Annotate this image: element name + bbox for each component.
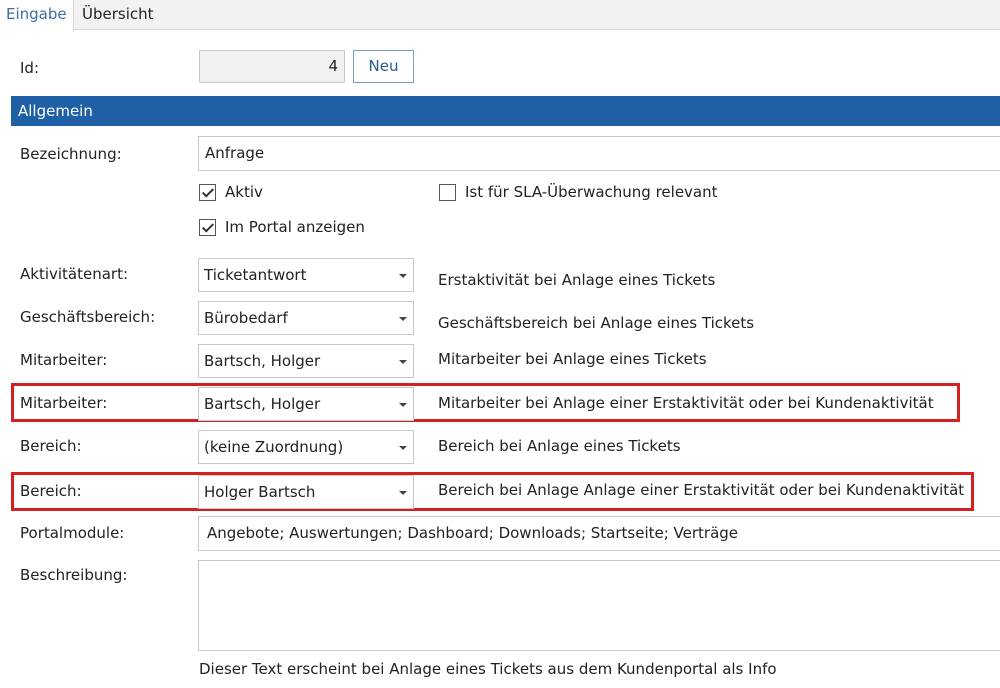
chevron-down-icon <box>399 446 407 450</box>
beschreibung-label: Beschreibung: <box>20 566 128 584</box>
mitarbeiter-select[interactable]: Bartsch, Holger <box>198 344 414 378</box>
mitarbeiter-erstaktivitaet-label: Mitarbeiter: <box>20 394 108 412</box>
tab-eingabe[interactable]: Eingabe <box>0 0 74 31</box>
chevron-down-icon <box>399 491 407 495</box>
aktivitaetenart-value: Ticketantwort <box>204 266 307 284</box>
id-field: 4 <box>199 50 345 83</box>
mitarbeiter-note: Mitarbeiter bei Anlage eines Tickets <box>438 350 707 368</box>
mitarbeiter-erstaktivitaet-select[interactable]: Bartsch, Holger <box>198 387 414 421</box>
beschreibung-hint: Dieser Text erscheint bei Anlage eines T… <box>199 660 777 678</box>
bereich-value: (keine Zuordnung) <box>204 438 344 456</box>
geschaeftsbereich-value: Bürobedarf <box>204 309 288 327</box>
chevron-down-icon <box>399 317 407 321</box>
checkbox-unchecked-icon <box>439 183 456 201</box>
tab-uebersicht[interactable]: Übersicht <box>76 0 160 30</box>
geschaeftsbereich-note: Geschäftsbereich bei Anlage eines Ticket… <box>438 314 755 332</box>
bezeichnung-input[interactable]: Anfrage <box>198 136 1000 171</box>
mitarbeiter-erstaktivitaet-note: Mitarbeiter bei Anlage einer Erstaktivit… <box>438 394 934 412</box>
mitarbeiter-erstaktivitaet-value: Bartsch, Holger <box>204 395 321 413</box>
tab-bar: Eingabe Übersicht <box>0 0 1000 31</box>
bereich-erstaktivitaet-label: Bereich: <box>20 482 82 500</box>
id-label: Id: <box>20 59 39 77</box>
bereich-erstaktivitaet-note: Bereich bei Anlage Anlage einer Erstakti… <box>438 481 965 499</box>
aktivitaetenart-label: Aktivitätenart: <box>20 265 129 283</box>
sla-label: Ist für SLA-Überwachung relevant <box>465 183 718 201</box>
bereich-note: Bereich bei Anlage eines Tickets <box>438 437 681 455</box>
aktivitaetenart-select[interactable]: Ticketantwort <box>198 258 414 292</box>
mitarbeiter-label: Mitarbeiter: <box>20 351 108 369</box>
chevron-down-icon <box>399 360 407 364</box>
aktiv-checkbox[interactable]: Aktiv <box>199 183 263 201</box>
section-header-allgemein: Allgemein <box>11 96 1000 126</box>
aktivitaetenart-note: Erstaktivität bei Anlage eines Tickets <box>438 271 716 289</box>
sla-checkbox[interactable]: Ist für SLA-Überwachung relevant <box>439 183 718 201</box>
chevron-down-icon <box>399 403 407 407</box>
bereich-label: Bereich: <box>20 437 82 455</box>
portal-checkbox[interactable]: Im Portal anzeigen <box>199 218 365 236</box>
beschreibung-textarea[interactable] <box>198 560 1000 651</box>
chevron-down-icon <box>399 274 407 278</box>
bereich-erstaktivitaet-select[interactable]: Holger Bartsch <box>198 475 414 509</box>
checkbox-checked-icon <box>199 218 216 236</box>
portalmodule-field[interactable]: Angebote; Auswertungen; Dashboard; Downl… <box>198 516 1000 551</box>
portal-label: Im Portal anzeigen <box>225 218 365 236</box>
geschaeftsbereich-label: Geschäftsbereich: <box>20 308 156 326</box>
portalmodule-label: Portalmodule: <box>20 524 125 542</box>
geschaeftsbereich-select[interactable]: Bürobedarf <box>198 301 414 335</box>
new-button[interactable]: Neu <box>353 50 414 83</box>
bereich-erstaktivitaet-value: Holger Bartsch <box>204 483 316 501</box>
bezeichnung-label: Bezeichnung: <box>20 145 122 163</box>
bereich-select[interactable]: (keine Zuordnung) <box>198 430 414 464</box>
mitarbeiter-value: Bartsch, Holger <box>204 352 321 370</box>
checkbox-checked-icon <box>199 183 216 201</box>
aktiv-label: Aktiv <box>225 183 263 201</box>
